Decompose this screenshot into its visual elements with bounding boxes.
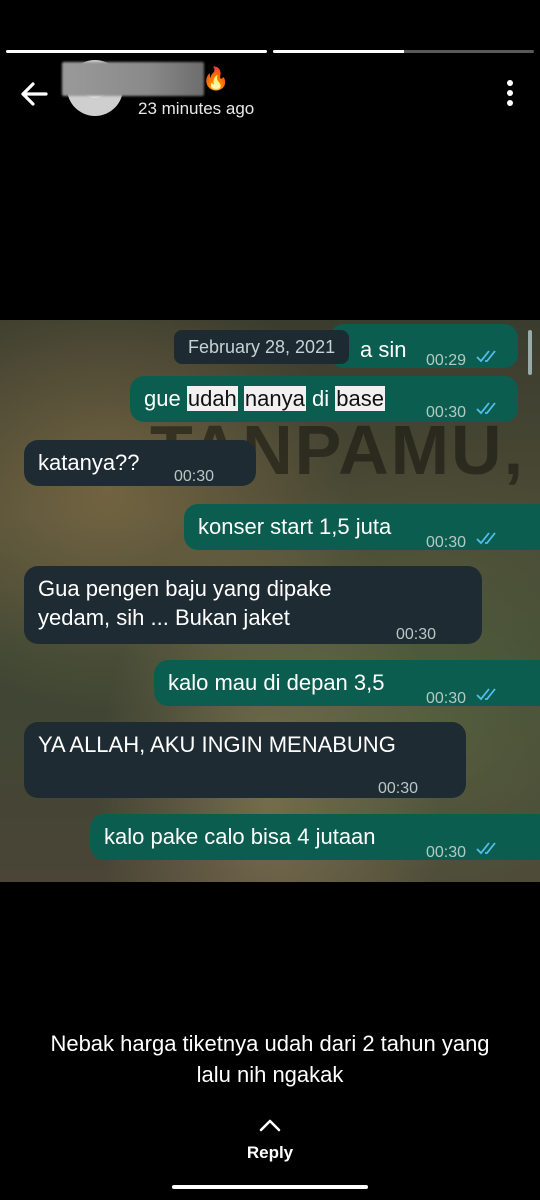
message-text: kalo pake calo bisa 4 jutaan: [104, 824, 376, 849]
message-bubble[interactable]: kalo pake calo bisa 4 jutaan 00:30: [90, 814, 540, 861]
home-indicator[interactable]: [172, 1185, 368, 1189]
message-text: YA ALLAH, AKU INGIN MENABUNG: [38, 732, 396, 757]
message-text: gue udah nanya di base: [144, 384, 385, 413]
chevron-up-icon[interactable]: [258, 1117, 282, 1133]
message-time: 00:29: [426, 352, 467, 369]
message-time: 00:30: [426, 404, 467, 421]
username-redacted[interactable]: [62, 62, 204, 96]
message-text: kalo mau di depan 3,5: [168, 670, 385, 695]
message-line: yedam, sih ... Bukan jaket: [38, 605, 290, 630]
story-progress: [6, 50, 534, 54]
message-bubble[interactable]: Gua pengen baju yang dipake yedam, sih .…: [24, 566, 482, 644]
message-bubble[interactable]: gue udah nanya di base 00:30: [130, 376, 518, 422]
progress-fill: [6, 50, 267, 53]
double-check-icon: [476, 532, 496, 545]
arrow-left-icon[interactable]: [16, 76, 52, 112]
message-time: 00:30: [378, 780, 419, 797]
scrollbar: [528, 330, 532, 375]
message-time: 00:30: [396, 626, 437, 643]
highlighted-word: nanya: [243, 386, 306, 411]
message-text: konser start 1,5 juta: [198, 514, 392, 539]
story-progress-segment-1: [6, 50, 267, 53]
date-chip: February 28, 2021: [174, 330, 350, 364]
story-caption: Nebak harga tiketnya udah dari 2 tahun y…: [20, 1028, 520, 1090]
message-time: 00:30: [174, 468, 215, 485]
highlighted-word: base: [335, 386, 385, 411]
message-bubble[interactable]: katanya?? 00:30: [24, 440, 256, 486]
message-text: katanya??: [38, 450, 140, 475]
double-check-icon: [476, 350, 496, 363]
progress-fill: [273, 50, 404, 53]
message-time: 00:30: [426, 844, 467, 861]
story-progress-segment-2: [273, 50, 534, 53]
reply-button[interactable]: Reply: [0, 1143, 540, 1163]
fire-emoji: 🔥: [202, 66, 230, 91]
message-line: Gua pengen baju yang dipake: [38, 576, 332, 601]
message-bubble[interactable]: a sin 00:29: [330, 324, 518, 369]
double-check-icon: [476, 688, 496, 701]
message-bubble[interactable]: kalo mau di depan 3,5 00:30: [154, 660, 540, 707]
message-time: 00:30: [426, 690, 467, 707]
message-bubble[interactable]: YA ALLAH, AKU INGIN MENABUNG 00:30: [24, 722, 466, 798]
word: gue: [144, 386, 181, 411]
post-time: 23 minutes ago: [138, 99, 255, 118]
caption-line: lalu nih ngakak: [196, 1062, 344, 1087]
more-vertical-icon[interactable]: [500, 78, 520, 108]
message-time: 00:30: [426, 534, 467, 551]
word: di: [312, 386, 330, 411]
message-bubble[interactable]: konser start 1,5 juta 00:30: [184, 504, 540, 551]
chat-screenshot: TANPAMU, a sin 00:29 February 28, 2021 g…: [0, 320, 540, 882]
caption-line: Nebak harga tiketnya udah dari 2 tahun y…: [50, 1031, 490, 1056]
double-check-icon: [476, 402, 496, 415]
highlighted-word: udah: [186, 386, 238, 411]
message-text: a sin: [360, 337, 407, 362]
double-check-icon: [476, 842, 496, 855]
